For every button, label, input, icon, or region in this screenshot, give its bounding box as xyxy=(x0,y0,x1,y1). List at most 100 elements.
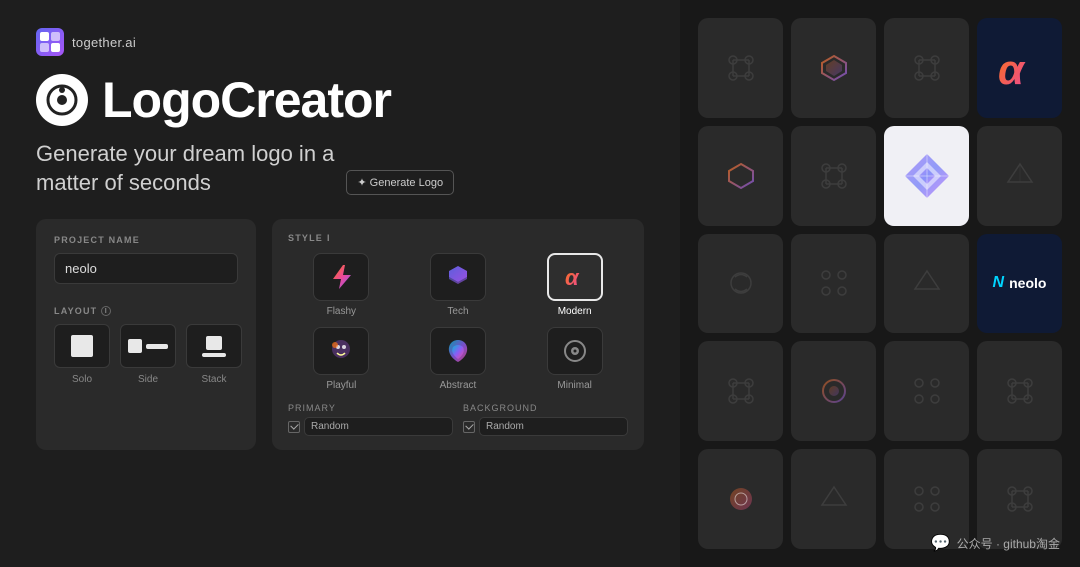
project-name-label: PROJECT NAME xyxy=(54,235,238,245)
layout-side-shape xyxy=(128,339,168,353)
grid-cell-r5c2 xyxy=(791,449,876,549)
background-label: BACKGROUND xyxy=(463,403,628,413)
style-grid: Flashy xyxy=(288,253,628,391)
logocreator-title: LogoCreator xyxy=(36,74,644,126)
tech-icon-box xyxy=(430,253,486,301)
minimal-label: Minimal xyxy=(557,380,591,391)
grid-cell-r3c1 xyxy=(698,234,783,334)
tagline-row: Generate your dream logo in a matter of … xyxy=(36,140,644,197)
style-option-playful[interactable]: Playful xyxy=(288,327,395,391)
background-select[interactable]: Random xyxy=(479,417,628,436)
modern-label: Modern xyxy=(558,306,592,317)
grid-cell-r1c3 xyxy=(884,18,969,118)
layout-stack-box xyxy=(186,324,242,368)
style-option-abstract[interactable]: Abstract xyxy=(405,327,512,391)
background-select-row: Random xyxy=(463,417,628,436)
layout-side-sq xyxy=(128,339,142,353)
grid-cell-r4c4 xyxy=(977,341,1062,441)
style-option-minimal[interactable]: Minimal xyxy=(521,327,628,391)
layout-options: Solo Side xyxy=(54,324,238,385)
neolo-n-letter: N xyxy=(993,274,1005,292)
style-label: STYLE i xyxy=(288,233,628,243)
style-option-tech[interactable]: Tech xyxy=(405,253,512,317)
generate-logo-button[interactable]: ✦ Generate Logo xyxy=(346,170,454,195)
modern-icon-box: α xyxy=(547,253,603,301)
grid-cell-r1c1 xyxy=(698,18,783,118)
grid-cell-r5c1 xyxy=(698,449,783,549)
logo-grid-wrapper: α xyxy=(680,0,1080,567)
grid-cell-r3c4-neolo: N neolo xyxy=(977,234,1062,334)
grid-cell-r2c4 xyxy=(977,126,1062,226)
tech-label: Tech xyxy=(447,306,468,317)
grid-cell-r2c3-featured xyxy=(884,126,969,226)
neolo-word: neolo xyxy=(1009,275,1046,291)
logo-dot-1 xyxy=(40,32,49,41)
layout-side-label: Side xyxy=(138,374,158,385)
style-card: STYLE i xyxy=(272,219,644,450)
together-logo xyxy=(36,28,64,56)
grid-cell-r3c3 xyxy=(884,234,969,334)
watermark: 💬 公众号 · github淘金 xyxy=(931,533,1060,553)
layout-stack-bar xyxy=(202,353,226,357)
primary-select[interactable]: Random xyxy=(304,417,453,436)
logo-dot-4 xyxy=(51,43,60,52)
playful-label: Playful xyxy=(326,380,356,391)
layout-option-stack[interactable]: Stack xyxy=(186,324,242,385)
primary-group: PRIMARY Random xyxy=(288,403,453,436)
grid-cell-r3c2 xyxy=(791,234,876,334)
layout-side-box xyxy=(120,324,176,368)
primary-label: PRIMARY xyxy=(288,403,453,413)
logo-dot-3 xyxy=(40,43,49,52)
logocreator-brand: LogoCreator xyxy=(102,75,391,125)
layout-option-side[interactable]: Side xyxy=(120,324,176,385)
primary-checkbox[interactable] xyxy=(288,421,300,433)
style-option-modern[interactable]: α Modern xyxy=(521,253,628,317)
primary-select-row: Random xyxy=(288,417,453,436)
left-panel: together.ai LogoCreator Generate your dr… xyxy=(0,0,680,567)
layout-solo-box xyxy=(54,324,110,368)
logocreator-icon xyxy=(36,74,88,126)
flashy-label: Flashy xyxy=(327,306,356,317)
layout-option-solo[interactable]: Solo xyxy=(54,324,110,385)
header: together.ai xyxy=(36,28,644,56)
background-grid: α xyxy=(680,0,1080,567)
layout-stack-sq xyxy=(206,336,222,350)
right-panel: α xyxy=(680,0,1080,567)
wechat-icon: 💬 xyxy=(931,533,951,553)
abstract-label: Abstract xyxy=(440,380,477,391)
grid-cell-r4c1 xyxy=(698,341,783,441)
style-info-icon: i xyxy=(327,233,331,243)
svg-text:α: α xyxy=(565,265,580,290)
together-brand-text: together.ai xyxy=(72,35,136,50)
grid-cell-r1c4-featured: α xyxy=(977,18,1062,118)
neolo-logo: N neolo xyxy=(993,274,1047,292)
style-option-flashy[interactable]: Flashy xyxy=(288,253,395,317)
style-selects: PRIMARY Random BACKGROUND Random xyxy=(288,403,628,436)
minimal-icon-box xyxy=(547,327,603,375)
background-checkbox[interactable] xyxy=(463,421,475,433)
watermark-text: 公众号 · github淘金 xyxy=(957,535,1060,552)
grid-cell-r1c2 xyxy=(791,18,876,118)
layout-stack-label: Stack xyxy=(201,374,226,385)
abstract-icon-box xyxy=(430,327,486,375)
tagline-text: Generate your dream logo in a matter of … xyxy=(36,140,334,197)
form-area: PROJECT NAME LAYOUT i Solo xyxy=(36,219,644,450)
background-group: BACKGROUND Random xyxy=(463,403,628,436)
svg-text:α: α xyxy=(998,46,1026,93)
flashy-icon-box xyxy=(313,253,369,301)
layout-label: LAYOUT i xyxy=(54,306,238,316)
layout-section: LAYOUT i Solo xyxy=(54,306,238,385)
layout-solo-shape xyxy=(71,335,93,357)
layout-solo-label: Solo xyxy=(72,374,92,385)
grid-cell-r4c2 xyxy=(791,341,876,441)
grid-cell-r4c3 xyxy=(884,341,969,441)
playful-icon-box xyxy=(313,327,369,375)
layout-stack-shape xyxy=(202,336,226,357)
grid-cell-r2c1 xyxy=(698,126,783,226)
layout-info-icon: i xyxy=(101,306,111,316)
project-name-input[interactable] xyxy=(54,253,238,284)
layout-side-bar xyxy=(146,344,168,349)
grid-cell-r2c2 xyxy=(791,126,876,226)
left-form-card: PROJECT NAME LAYOUT i Solo xyxy=(36,219,256,450)
logo-dot-2 xyxy=(51,32,60,41)
